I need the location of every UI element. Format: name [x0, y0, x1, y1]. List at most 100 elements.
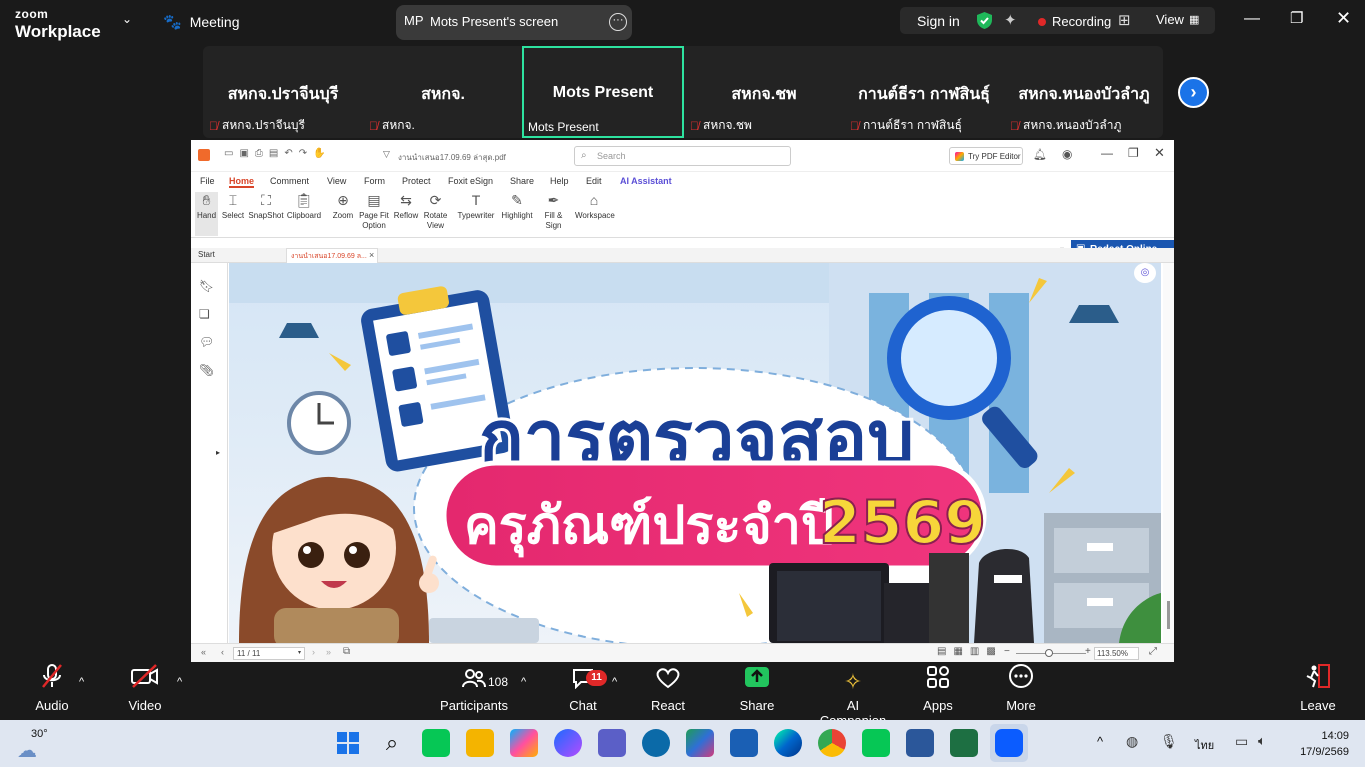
first-page-icon[interactable]: « — [201, 647, 206, 657]
line-app-2-icon[interactable] — [862, 729, 890, 757]
chrome-icon[interactable] — [818, 729, 846, 757]
zoom-out-icon[interactable]: − — [1004, 646, 1010, 657]
microsoft-365-icon[interactable] — [686, 729, 714, 757]
attachment-icon[interactable]: 📎︎ — [199, 363, 214, 377]
meeting-info-button[interactable]: 🐾 Meeting — [163, 13, 240, 31]
workspace-tool[interactable]: ⌂ Workspace — [575, 192, 615, 220]
more-options-icon[interactable]: ··· — [609, 13, 627, 31]
view-mode-icons[interactable]: ▤▦▥▩ — [937, 646, 1003, 657]
minimize-icon[interactable]: — — [1101, 146, 1113, 160]
close-icon[interactable]: ✕ — [1336, 8, 1351, 29]
bookmark-icon[interactable]: 🔖︎ — [199, 279, 214, 293]
windows-start-icon[interactable] — [334, 729, 362, 757]
display-icon[interactable]: ▭ — [1235, 733, 1248, 750]
zoom-tool[interactable]: ⊕ Zoom — [330, 192, 356, 220]
more-button[interactable]: More — [1003, 662, 1039, 713]
fill-sign-tool[interactable]: ✒ Fill & Sign — [541, 192, 566, 232]
zoom-slider-thumb[interactable] — [1045, 649, 1053, 657]
sign-in-button[interactable]: Sign in — [917, 13, 960, 29]
excel-icon[interactable] — [950, 729, 978, 757]
line-app-icon[interactable] — [422, 729, 450, 757]
view-button[interactable]: View ▦ — [1156, 12, 1199, 27]
participant-tile[interactable]: สหกจ. 🎙̸ สหกจ. — [363, 46, 523, 138]
rotate-view-tool[interactable]: ⟳ Rotate View — [422, 192, 449, 232]
hand-tool[interactable]: ✋︎ Hand — [195, 192, 218, 236]
apps-button[interactable]: Apps — [921, 662, 955, 713]
menu-share[interactable]: Share — [510, 176, 534, 186]
clock-app-icon[interactable] — [642, 729, 670, 757]
try-pdf-editor-button[interactable]: Try PDF Editor — [949, 147, 1023, 165]
copilot-icon[interactable] — [510, 729, 538, 757]
react-button[interactable]: React — [648, 662, 688, 713]
close-icon[interactable]: ✕ — [1154, 145, 1165, 161]
minimize-icon[interactable]: — — [1244, 10, 1260, 28]
menu-file[interactable]: File — [200, 176, 215, 186]
clock[interactable]: 14:09 17/9/2569 — [1283, 728, 1349, 760]
foxit-search-box[interactable]: ⌕ Search — [574, 146, 791, 166]
snapshot-tool[interactable]: ⛶ SnapShot — [248, 192, 284, 220]
volume-icon[interactable]: 🔈︎ — [1258, 733, 1266, 749]
highlight-tool[interactable]: ✎ Highlight — [498, 192, 536, 220]
restore-icon[interactable]: ❐ — [1128, 146, 1139, 160]
edge-icon[interactable] — [774, 729, 802, 757]
audio-button[interactable]: Audio — [33, 662, 71, 713]
scrollbar-thumb[interactable] — [1167, 601, 1170, 629]
ai-companion-button[interactable]: ✧ AI Companion — [812, 662, 894, 728]
participant-tile[interactable]: กานต์ธีรา กาฬสินธุ์ 🎙̸ กานต์ธีรา กาฬสินธุ… — [844, 46, 1004, 138]
comment-icon[interactable]: 💬︎ — [199, 335, 214, 349]
expand-panel-icon[interactable]: ▸ — [216, 448, 220, 457]
participant-tile[interactable]: สหกจ.หนองบัวลำภู 🎙̸ สหกจ.หนองบัวลำภู — [1004, 46, 1164, 138]
store-icon[interactable] — [730, 729, 758, 757]
quick-access-icons[interactable]: ▭▣⎙▤↶↷✋ — [224, 148, 332, 159]
participant-tile-active-speaker[interactable]: Mots Present Mots Present — [522, 46, 684, 138]
vertical-scrollbar[interactable] — [1163, 263, 1174, 643]
menu-protect[interactable]: Protect — [402, 176, 431, 186]
restore-icon[interactable]: ❐ — [1290, 9, 1303, 27]
quick-access-dropdown-icon[interactable]: ▽ — [383, 149, 390, 160]
typewriter-tool[interactable]: T Typewriter — [456, 192, 496, 220]
input-language[interactable]: ไทย — [1195, 736, 1214, 754]
search-icon[interactable]: ⌕ — [378, 729, 406, 757]
next-page-icon[interactable]: › — [312, 647, 315, 657]
network-icon[interactable]: ◍ — [1126, 733, 1138, 750]
share-screen-button[interactable]: Share — [737, 662, 777, 713]
pdf-page-view[interactable]: การตรวจสอบ ครุภัณฑ์ประจำปี 2569 ◎ — [229, 263, 1161, 643]
account-icon[interactable]: ◉ — [1062, 147, 1072, 161]
menu-comment[interactable]: Comment — [270, 176, 309, 186]
clipboard-tool[interactable]: 📋︎ Clipboard — [286, 192, 322, 220]
menu-view[interactable]: View — [327, 176, 346, 186]
file-explorer-icon[interactable] — [466, 729, 494, 757]
leave-button[interactable]: Leave — [1300, 662, 1336, 713]
menu-edit[interactable]: Edit — [586, 176, 602, 186]
teams-icon[interactable] — [598, 729, 626, 757]
sparkle-icon[interactable]: ✦ — [1004, 11, 1017, 29]
audio-options-chevron-icon[interactable]: ^ — [79, 676, 84, 688]
show-hidden-icons-icon[interactable]: ^ — [1097, 734, 1103, 749]
gallery-next-button[interactable]: › — [1178, 77, 1209, 108]
ai-assistant-floating-icon[interactable]: ◎ — [1134, 263, 1156, 283]
previous-page-icon[interactable]: ‹ — [221, 647, 224, 657]
recording-indicator[interactable]: Recording — [1038, 14, 1111, 29]
pages-icon[interactable]: ❏ — [199, 307, 213, 321]
menu-foxit-esign[interactable]: Foxit eSign — [448, 176, 493, 186]
tab-document[interactable]: งานนำเสนอ17.09.69 ล... × — [286, 248, 378, 263]
tab-start[interactable]: Start — [198, 250, 215, 259]
word-icon[interactable] — [906, 729, 934, 757]
video-button[interactable]: Video — [127, 662, 163, 713]
page-fit-option-tool[interactable]: ▤ Page Fit Option — [358, 192, 390, 232]
zoom-level-field[interactable]: 113.50% — [1094, 647, 1139, 660]
menu-form[interactable]: Form — [364, 176, 385, 186]
chevron-down-icon[interactable]: ⌄ — [122, 12, 132, 26]
menu-home[interactable]: Home — [229, 176, 255, 188]
reflow-tool[interactable]: ⇆ Reflow — [393, 192, 419, 220]
microphone-icon[interactable]: 🎙︎ — [1160, 733, 1178, 750]
close-tab-icon[interactable]: × — [369, 250, 374, 260]
last-page-icon[interactable]: » — [326, 647, 331, 657]
select-tool[interactable]: ⌶ Select — [221, 192, 245, 220]
video-options-chevron-icon[interactable]: ^ — [177, 676, 182, 688]
shield-check-icon[interactable] — [976, 11, 993, 30]
participant-tile[interactable]: สหกจ.ชพ 🎙̸ สหกจ.ชพ — [684, 46, 844, 138]
gallery-grid-icon[interactable]: ⊞ — [1118, 11, 1131, 29]
chat-options-chevron-icon[interactable]: ^ — [612, 676, 617, 688]
participants-options-chevron-icon[interactable]: ^ — [521, 676, 526, 688]
